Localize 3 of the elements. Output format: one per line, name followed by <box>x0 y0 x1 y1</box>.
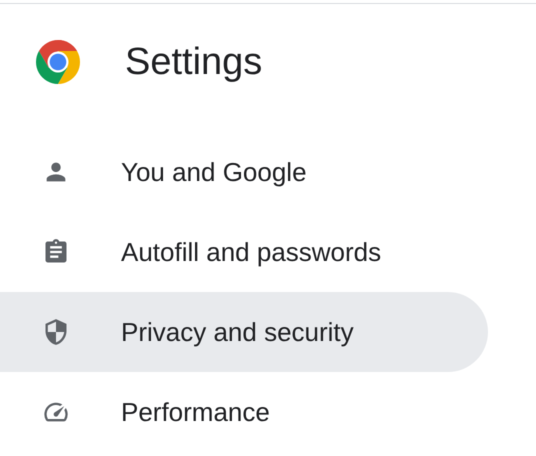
browser-logo-icon <box>34 38 82 86</box>
page-title: Settings <box>125 40 262 85</box>
menu-item[interactable]: Privacy and security <box>0 292 488 372</box>
